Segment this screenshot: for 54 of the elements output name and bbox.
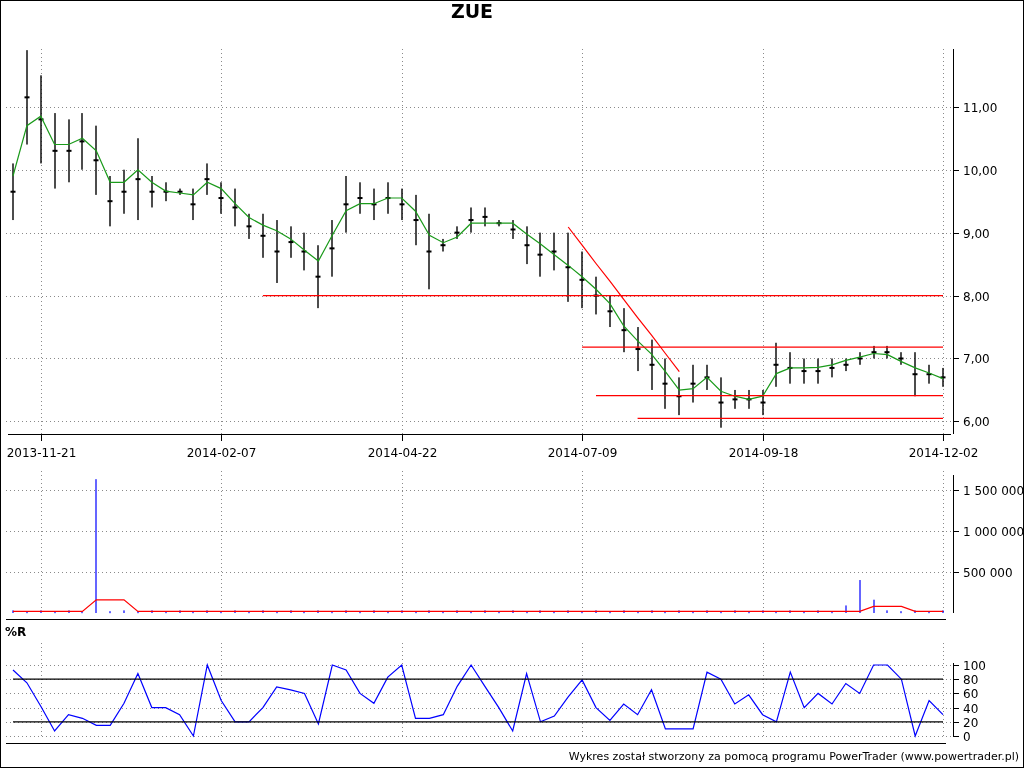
price-bar bbox=[649, 339, 655, 390]
price-bar bbox=[843, 358, 849, 372]
axis-label: 9,00 bbox=[963, 226, 990, 241]
price-bar bbox=[496, 220, 502, 227]
price-bar bbox=[301, 232, 307, 271]
chart-title: ZUE bbox=[450, 1, 494, 22]
axis-label: 6,00 bbox=[963, 414, 990, 429]
price-bar bbox=[149, 176, 155, 208]
axis-label: 8,00 bbox=[963, 289, 990, 304]
axis-label: 2013-11-21 bbox=[6, 446, 77, 460]
price-bar bbox=[565, 232, 571, 302]
price-bar bbox=[871, 345, 877, 359]
price-bar bbox=[440, 238, 446, 252]
axis-label: 10,00 bbox=[963, 163, 998, 178]
axis-label: 40 bbox=[963, 701, 979, 716]
price-bar bbox=[884, 345, 890, 359]
price-bar bbox=[177, 188, 183, 195]
price-bar bbox=[898, 352, 904, 365]
axis-label: 2014-12-02 bbox=[908, 446, 979, 460]
price-bar bbox=[510, 220, 516, 239]
price-bar bbox=[579, 251, 585, 309]
price-bar bbox=[537, 232, 543, 277]
price-bar bbox=[121, 169, 127, 214]
footer-credit: Wykres został stworzony za pomocą programu PowerTrader (www.powertrader.pl) bbox=[568, 750, 1019, 764]
panel-label: %R bbox=[5, 625, 27, 639]
price-bar bbox=[857, 352, 863, 365]
axis-label: 2014-04-22 bbox=[367, 446, 438, 460]
price-bar bbox=[829, 358, 835, 378]
price-bar bbox=[10, 163, 16, 221]
axis-label: 1 000 000 bbox=[963, 524, 1023, 539]
price-bar bbox=[190, 188, 196, 221]
price-bar bbox=[801, 358, 807, 384]
axis-label: 7,00 bbox=[963, 351, 990, 366]
price-bar bbox=[621, 308, 627, 353]
price-bar bbox=[676, 377, 682, 416]
price-bar bbox=[607, 295, 613, 327]
axis-label: 0 bbox=[963, 729, 971, 744]
price-bar bbox=[662, 358, 668, 409]
axis-label: 1 500 000 bbox=[963, 483, 1023, 498]
price-bar bbox=[246, 213, 252, 239]
axis-label: 11,00 bbox=[963, 100, 998, 115]
price-bar bbox=[912, 352, 918, 397]
axis-label: 2014-09-18 bbox=[728, 446, 799, 460]
axis-label: 2014-07-09 bbox=[547, 446, 618, 460]
axis-label: 100 bbox=[963, 658, 986, 673]
price-bar bbox=[107, 176, 113, 227]
price-bar bbox=[482, 207, 488, 227]
price-bar bbox=[454, 226, 460, 239]
price-bar bbox=[760, 389, 766, 416]
axis-label: 20 bbox=[963, 715, 979, 730]
axis-label: 2014-02-07 bbox=[186, 446, 257, 460]
axis-label: 60 bbox=[963, 686, 979, 701]
axis-label: 80 bbox=[963, 672, 979, 687]
axis-label: 500 000 bbox=[963, 565, 1013, 580]
